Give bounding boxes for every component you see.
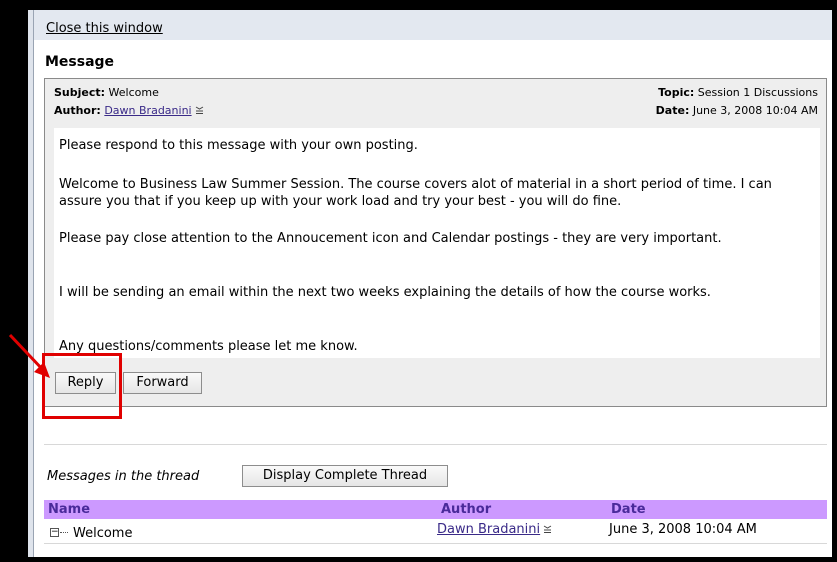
thread-label: Messages in the thread: [47, 469, 200, 484]
subject-line: Subject: Welcome: [54, 86, 159, 99]
forward-button[interactable]: Forward: [123, 372, 202, 394]
message-paragraph: Please pay close attention to the Annouc…: [59, 231, 722, 246]
message-paragraph: Any questions/comments please let me kno…: [59, 339, 358, 354]
message-paragraph: Please respond to this message with your…: [59, 138, 418, 153]
subject-value: Welcome: [108, 86, 159, 99]
thread-row-date: June 3, 2008 10:04 AM: [609, 522, 757, 537]
left-edge-bar: [28, 10, 34, 557]
date-value: June 3, 2008 10:04 AM: [692, 104, 818, 117]
thread-table-header: [44, 500, 827, 519]
thread-row-author-link[interactable]: Dawn Bradanini: [437, 522, 540, 537]
tree-connector: [60, 532, 68, 533]
collapse-icon[interactable]: −: [50, 528, 59, 537]
message-heading: Message: [45, 54, 115, 70]
message-paragraph: I will be sending an email within the ne…: [59, 285, 711, 300]
topic-line: Topic: Session 1 Discussions: [658, 86, 818, 99]
display-complete-thread-button[interactable]: Display Complete Thread: [242, 465, 448, 487]
subject-label: Subject:: [54, 86, 106, 99]
column-header-name[interactable]: Name: [48, 502, 90, 517]
author-label: Author:: [54, 104, 101, 117]
date-label: Date:: [655, 104, 690, 117]
author-line: Author: Dawn Bradanini: [54, 104, 204, 117]
thread-row-name[interactable]: Welcome: [73, 526, 132, 541]
vcard-icon[interactable]: [195, 106, 204, 115]
date-line: Date: June 3, 2008 10:04 AM: [656, 104, 818, 117]
message-paragraph: Welcome to Business Law Summer Session. …: [59, 177, 772, 209]
thread-row-author: Dawn Bradanini: [437, 522, 552, 537]
topic-label: Topic:: [658, 86, 695, 99]
topic-value: Session 1 Discussions: [697, 86, 818, 99]
annotation-arrow-icon: [8, 333, 50, 378]
author-link[interactable]: Dawn Bradanini: [104, 104, 191, 117]
close-window-link[interactable]: Close this window: [46, 21, 163, 36]
column-header-author[interactable]: Author: [441, 502, 491, 517]
vcard-icon[interactable]: [543, 525, 552, 534]
column-header-date[interactable]: Date: [611, 502, 646, 517]
section-divider: [44, 444, 827, 445]
